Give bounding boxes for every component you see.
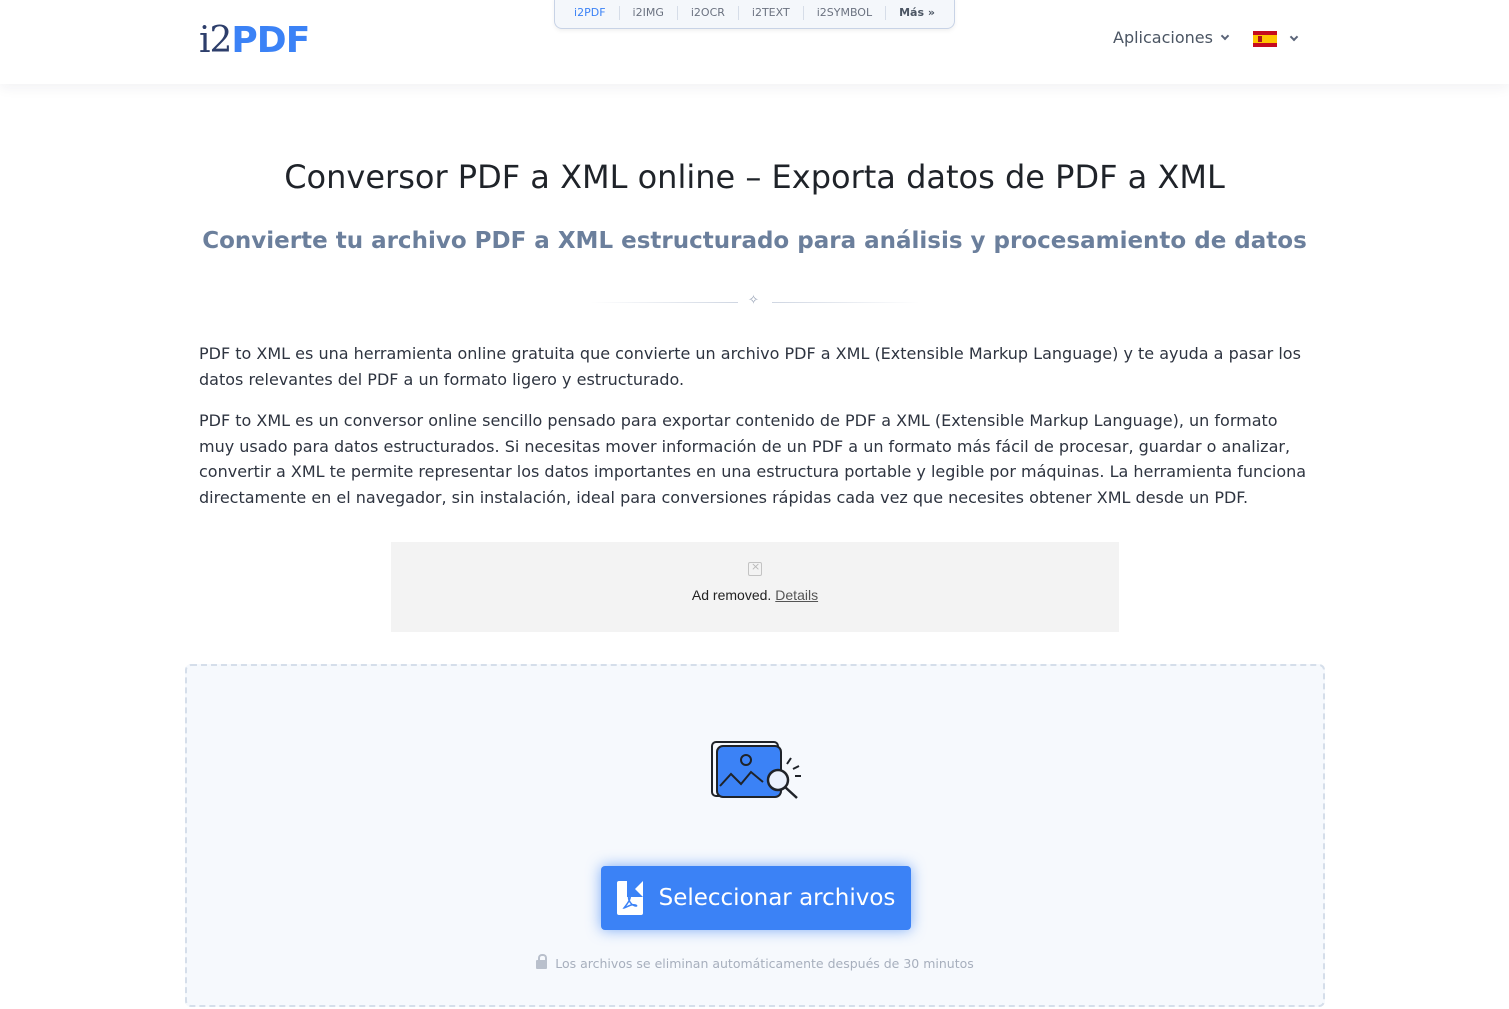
topnav-i2symbol[interactable]: i2SYMBOL — [804, 6, 887, 20]
pdf-file-icon — [616, 881, 643, 915]
topnav-i2pdf[interactable]: i2PDF — [561, 6, 620, 20]
chevron-down-icon — [1220, 31, 1230, 40]
select-files-label: Seleccionar archivos — [658, 885, 896, 911]
ad-removed-text: Ad removed. — [691, 587, 772, 603]
apps-menu[interactable]: Aplicaciones — [1113, 28, 1230, 47]
page-subtitle: Convierte tu archivo PDF a XML estructur… — [202, 228, 1307, 254]
image-search-icon — [711, 741, 801, 799]
select-files-button[interactable]: Seleccionar archivos — [601, 866, 911, 930]
retention-note-text: Los archivos se eliminan automáticamente… — [555, 956, 974, 971]
sparkle-icon: ✧ — [748, 293, 759, 308]
ad-details-link[interactable]: Details — [775, 587, 818, 603]
retention-note: Los archivos se eliminan automáticamente… — [187, 954, 1323, 971]
language-selector[interactable] — [1253, 31, 1299, 47]
page-title: Conversor PDF a XML online – Exporta dat… — [284, 158, 1225, 196]
ad-removed-icon — [748, 560, 762, 576]
chevron-down-icon — [1289, 32, 1299, 42]
section-divider: ✧ — [590, 293, 920, 310]
lock-icon — [536, 954, 548, 969]
topnav-i2ocr[interactable]: i2OCR — [678, 6, 739, 20]
apps-menu-label: Aplicaciones — [1113, 28, 1213, 47]
topnav-more[interactable]: Más » — [886, 6, 948, 20]
description-paragraph: PDF to XML es un conversor online sencil… — [199, 411, 1307, 507]
description-paragraph: PDF to XML es una herramienta online gra… — [199, 344, 1301, 389]
site-logo[interactable]: i2PDF — [199, 20, 310, 61]
description: PDF to XML es una herramienta online gra… — [199, 341, 1309, 526]
ad-placeholder: Ad removed.Details — [391, 542, 1119, 632]
topnav-i2text[interactable]: i2TEXT — [739, 6, 804, 20]
product-switcher: i2PDF i2IMG i2OCR i2TEXT i2SYMBOL Más » — [554, 0, 955, 29]
logo-pdf-text: PDF — [231, 20, 310, 61]
site-header: i2PDF i2PDF i2IMG i2OCR i2TEXT i2SYMBOL … — [0, 0, 1509, 84]
logo-i2-text: i2 — [199, 20, 232, 61]
topnav-i2img[interactable]: i2IMG — [620, 6, 678, 20]
flag-es-icon — [1253, 31, 1277, 47]
upload-dropzone[interactable]: Seleccionar archivos Los archivos se eli… — [185, 664, 1325, 1007]
